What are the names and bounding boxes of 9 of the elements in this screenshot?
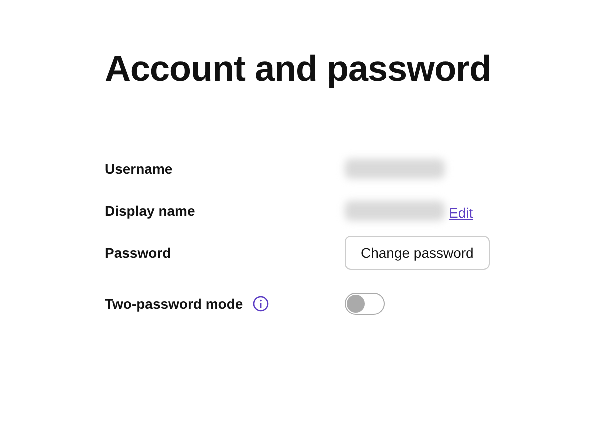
field-label: Display name <box>105 203 196 219</box>
change-password-button[interactable]: Change password <box>345 236 490 270</box>
page-title: Account and password <box>105 48 492 90</box>
field-label: Username <box>105 161 173 177</box>
edit-link[interactable]: Edit <box>449 205 474 221</box>
info-icon[interactable] <box>253 296 270 312</box>
toggle-switch[interactable] <box>345 293 385 315</box>
field-label: Password <box>105 245 172 261</box>
field-label: Two-password mode <box>105 296 244 312</box>
